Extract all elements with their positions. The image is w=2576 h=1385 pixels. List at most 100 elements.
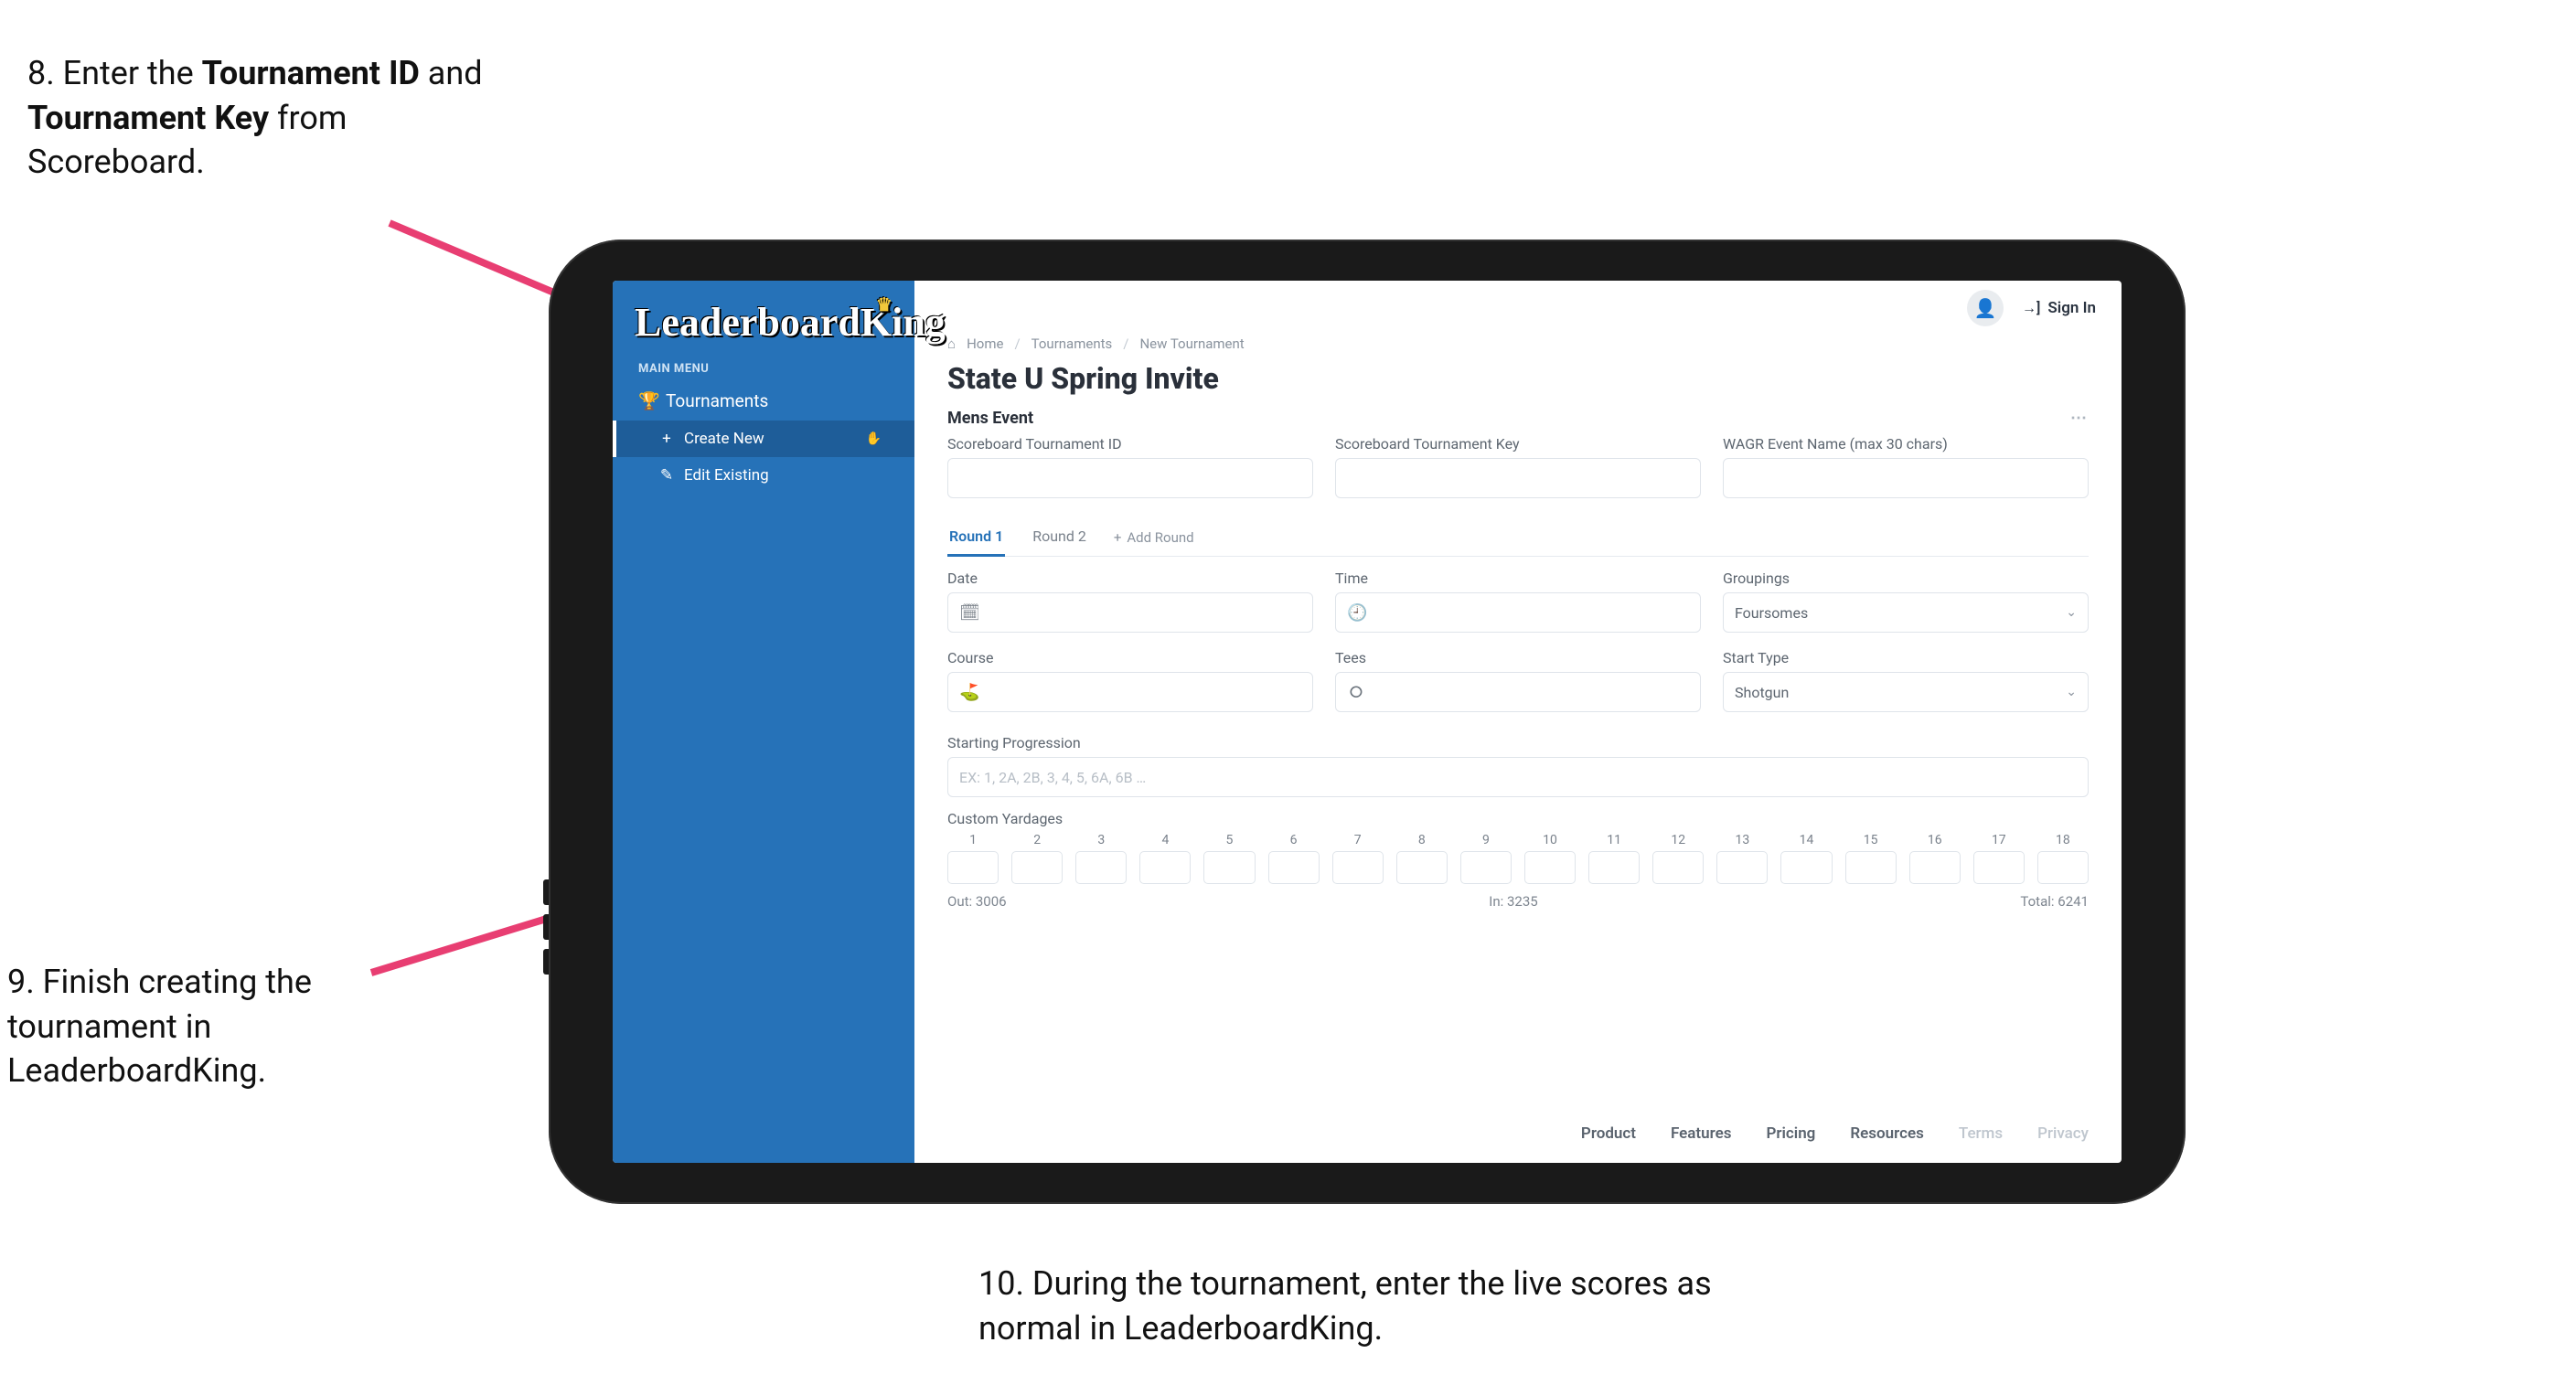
home-icon[interactable]: ⌂	[947, 336, 956, 352]
hole-yardage-input[interactable]	[1716, 851, 1768, 884]
course-input[interactable]: ⛳	[947, 672, 1313, 712]
user-icon: 👤	[1974, 297, 1997, 319]
hole-row: 123456789101112131415161718	[947, 833, 2089, 884]
hole-yardage-input[interactable]	[1909, 851, 1961, 884]
trophy-icon: 🏆	[638, 390, 655, 411]
field-starting-progression: Starting Progression EX: 1, 2A, 2B, 3, 4…	[947, 729, 2089, 797]
wagr-input[interactable]	[1723, 458, 2089, 498]
section-head: Mens Event ⋯	[947, 409, 2089, 435]
crown-icon: ♛	[876, 293, 893, 316]
hole-yardage-input[interactable]	[2037, 851, 2089, 884]
hole-yardage-input[interactable]	[1524, 851, 1576, 884]
date-input[interactable]: 🗓	[947, 592, 1313, 633]
hole-yardage-input[interactable]	[1652, 851, 1704, 884]
hole-col: 14	[1780, 833, 1832, 884]
hole-col: 12	[1652, 833, 1704, 884]
section-title: Mens Event	[947, 409, 1033, 428]
scoreboard-key-input[interactable]	[1335, 458, 1701, 498]
sign-in-link[interactable]: →] Sign In	[2022, 299, 2096, 317]
avatar[interactable]: 👤	[1967, 290, 2004, 326]
add-round-label: Add Round	[1127, 529, 1193, 546]
footer-features[interactable]: Features	[1671, 1124, 1732, 1143]
hole-col: 3	[1075, 833, 1127, 884]
in-label: In:	[1489, 893, 1503, 910]
hole-number: 13	[1716, 833, 1768, 851]
section-menu-ellipsis-icon[interactable]: ⋯	[2070, 409, 2089, 428]
breadcrumb-sep: /	[1014, 336, 1020, 352]
hole-yardage-input[interactable]	[947, 851, 999, 884]
total-label: Total:	[2020, 893, 2054, 910]
hole-yardage-input[interactable]	[1075, 851, 1127, 884]
total-summary: Total: 6241	[2020, 893, 2089, 910]
sidebar-sub-create-new[interactable]: + Create New ✋	[613, 421, 914, 457]
field-label: Starting Progression	[947, 734, 2089, 757]
footer-pricing[interactable]: Pricing	[1766, 1124, 1815, 1143]
footer-privacy[interactable]: Privacy	[2037, 1124, 2089, 1143]
hole-yardage-input[interactable]	[1203, 851, 1255, 884]
hole-number: 10	[1524, 833, 1576, 851]
field-label: Course	[947, 649, 1313, 672]
app-logo: LeaderboardKing ♛	[613, 281, 914, 357]
field-start-type: Start Type Shotgun ⌄	[1723, 649, 2089, 712]
hole-number: 6	[1268, 833, 1320, 851]
sign-in-label: Sign In	[2047, 299, 2096, 317]
main-area: 👤 →] Sign In ⌂ Home / Tournaments / New …	[914, 281, 2122, 1163]
hole-number: 11	[1588, 833, 1640, 851]
content: ⌂ Home / Tournaments / New Tournament St…	[914, 336, 2122, 1104]
hole-yardage-input[interactable]	[1139, 851, 1191, 884]
breadcrumb-new-tournament: New Tournament	[1139, 336, 1244, 352]
footer-terms[interactable]: Terms	[1959, 1124, 2003, 1143]
tees-input[interactable]: ⭘	[1335, 672, 1701, 712]
hole-yardage-input[interactable]	[1268, 851, 1320, 884]
breadcrumb: ⌂ Home / Tournaments / New Tournament	[947, 336, 2089, 357]
round-body: Date 🗓 Time 🕘 Groupings	[947, 557, 2089, 910]
field-label: WAGR Event Name (max 30 chars)	[1723, 435, 2089, 458]
in-summary: In: 3235	[1489, 893, 1537, 910]
hole-number: 1	[947, 833, 999, 851]
logo-text: LeaderboardKing ♛	[635, 299, 946, 346]
sidebar-item-tournaments[interactable]: 🏆 Tournaments	[613, 381, 914, 421]
starting-progression-input[interactable]: EX: 1, 2A, 2B, 3, 4, 5, 6A, 6B …	[947, 757, 2089, 797]
field-wagr: WAGR Event Name (max 30 chars)	[1723, 435, 2089, 498]
hole-col: 16	[1909, 833, 1961, 884]
step10-text: 10. During the tournament, enter the liv…	[978, 1264, 1712, 1348]
sidebar-sub-edit-existing[interactable]: ✎ Edit Existing	[613, 457, 914, 494]
hole-col: 11	[1588, 833, 1640, 884]
breadcrumb-tournaments[interactable]: Tournaments	[1031, 336, 1113, 352]
hole-col: 4	[1139, 833, 1191, 884]
hole-number: 18	[2037, 833, 2089, 851]
hole-yardage-input[interactable]	[1460, 851, 1512, 884]
step8-mid: and	[420, 54, 483, 92]
field-date: Date 🗓	[947, 570, 1313, 633]
in-value: 3235	[1507, 893, 1538, 910]
hole-yardage-input[interactable]	[1011, 851, 1063, 884]
hole-col: 8	[1396, 833, 1448, 884]
hole-yardage-input[interactable]	[1332, 851, 1384, 884]
hole-col: 18	[2037, 833, 2089, 884]
custom-yardages: Custom Yardages 123456789101112131415161…	[947, 797, 2089, 910]
field-label: Time	[1335, 570, 1701, 592]
scoreboard-row: Scoreboard Tournament ID Scoreboard Tour…	[947, 435, 2089, 498]
hole-yardage-input[interactable]	[1845, 851, 1897, 884]
tab-round-2[interactable]: Round 2	[1031, 518, 1088, 557]
hole-col: 9	[1460, 833, 1512, 884]
hole-yardage-input[interactable]	[1588, 851, 1640, 884]
scoreboard-id-input[interactable]	[947, 458, 1313, 498]
hole-yardage-input[interactable]	[1973, 851, 2025, 884]
tablet-frame: LeaderboardKing ♛ MAIN MENU 🏆 Tournament…	[549, 240, 2186, 1204]
breadcrumb-home[interactable]: Home	[967, 336, 1003, 352]
yardage-summary: Out: 3006 In: 3235 Total: 6241	[947, 884, 2089, 910]
footer-resources[interactable]: Resources	[1850, 1124, 1924, 1143]
time-input[interactable]: 🕘	[1335, 592, 1701, 633]
field-label: Scoreboard Tournament ID	[947, 435, 1313, 458]
footer-product[interactable]: Product	[1581, 1124, 1636, 1143]
hole-yardage-input[interactable]	[1396, 851, 1448, 884]
hole-yardage-input[interactable]	[1780, 851, 1832, 884]
add-round-button[interactable]: + Add Round	[1114, 529, 1194, 546]
hole-number: 16	[1909, 833, 1961, 851]
groupings-select[interactable]: Foursomes ⌄	[1723, 592, 2089, 633]
out-label: Out:	[947, 893, 972, 910]
placeholder-text: EX: 1, 2A, 2B, 3, 4, 5, 6A, 6B …	[959, 769, 1146, 786]
tab-round-1[interactable]: Round 1	[947, 518, 1005, 557]
start-type-select[interactable]: Shotgun ⌄	[1723, 672, 2089, 712]
